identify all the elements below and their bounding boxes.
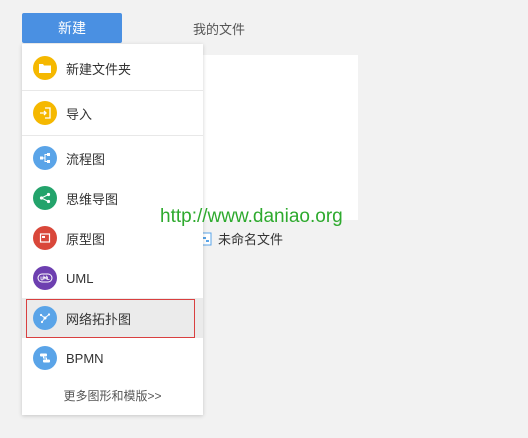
file-item[interactable]: 未命名文件	[200, 229, 283, 248]
menu-item-bpmn[interactable]: BPMN	[22, 338, 203, 378]
menu-item-label: UML	[66, 270, 94, 286]
mindmap-icon	[33, 186, 57, 210]
menu-item-label: 导入	[66, 106, 93, 122]
menu-divider	[22, 90, 203, 91]
file-name: 未命名文件	[218, 232, 284, 247]
prototype-icon	[33, 226, 57, 250]
my-files-tab[interactable]: 我的文件	[193, 19, 245, 38]
flowchart-icon	[33, 146, 57, 170]
menu-item-label: 新建文件夹	[66, 61, 132, 77]
more-templates-link[interactable]: 更多图形和模版>>	[22, 387, 203, 404]
menu-item-label: 原型图	[66, 231, 106, 247]
menu-item-uml[interactable]: UML	[22, 258, 203, 298]
menu-item-label: 思维导图	[66, 191, 119, 207]
import-icon	[33, 101, 57, 125]
selection-highlight	[26, 299, 195, 338]
uml-icon	[33, 266, 57, 290]
new-dropdown-menu: 新建文件夹 导入 流程图 思维导图 原型图 UML 网络拓扑图 BPMN 更多图…	[22, 44, 203, 415]
watermark-text: http://www.daniao.org	[160, 206, 343, 227]
file-panel	[203, 55, 358, 220]
menu-divider	[22, 135, 203, 136]
menu-item-label: 流程图	[66, 151, 106, 167]
new-button[interactable]: 新建	[22, 13, 122, 43]
menu-item-flowchart[interactable]: 流程图	[22, 138, 203, 178]
bpmn-icon	[33, 346, 57, 370]
menu-item-import[interactable]: 导入	[22, 93, 203, 133]
menu-item-label: BPMN	[66, 350, 104, 366]
folder-icon	[33, 56, 57, 80]
menu-item-new-folder[interactable]: 新建文件夹	[22, 48, 203, 88]
